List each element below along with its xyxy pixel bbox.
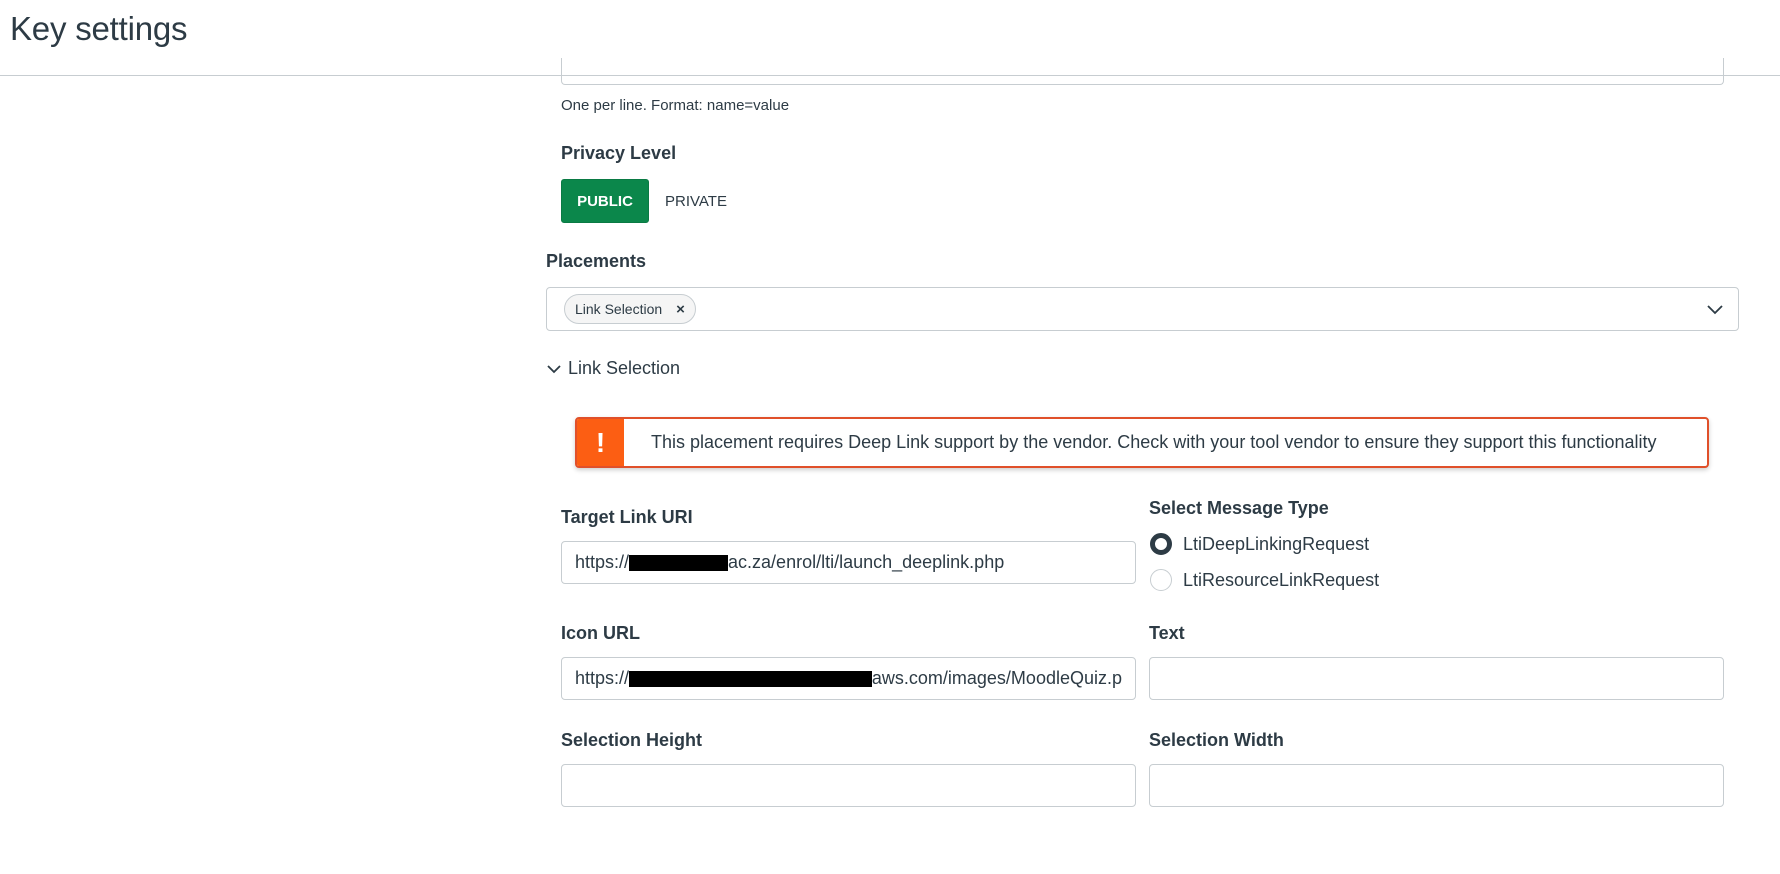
text-label: Text [1149, 623, 1185, 643]
radio-resource-link-request[interactable]: LtiResourceLinkRequest [1150, 569, 1379, 591]
redacted-block [629, 670, 872, 687]
privacy-private-button[interactable]: PRIVATE [649, 179, 743, 223]
text-input[interactable] [1149, 657, 1724, 700]
selection-height-label: Selection Height [561, 730, 703, 750]
selection-width-label: Selection Width [1149, 730, 1284, 750]
icon-url-prefix: https:// [575, 668, 630, 688]
placements-select[interactable]: Link Selection × [546, 287, 1739, 331]
chevron-down-icon [547, 364, 561, 373]
privacy-public-button[interactable]: PUBLIC [561, 179, 649, 223]
warning-icon: ! [577, 419, 624, 466]
link-selection-title: Link Selection [568, 358, 681, 378]
privacy-level-toggle: PUBLIC PRIVATE [561, 179, 743, 223]
deep-link-warning-alert: ! This placement requires Deep Link supp… [575, 417, 1709, 468]
radio-deep-linking-request[interactable]: LtiDeepLinkingRequest [1150, 533, 1369, 555]
icon-url-input[interactable]: https:// aws.com/images/MoodleQuiz.p [561, 657, 1136, 700]
radio-checked-icon[interactable] [1150, 533, 1172, 555]
selection-height-input[interactable] [561, 764, 1136, 807]
placements-label: Placements [546, 251, 647, 271]
custom-fields-hint: One per line. Format: name=value [561, 97, 790, 114]
target-link-uri-label: Target Link URI [561, 507, 693, 527]
remove-tag-icon[interactable]: × [676, 301, 685, 318]
custom-fields-textarea[interactable] [561, 58, 1724, 85]
placement-tag-link-selection: Link Selection × [564, 294, 696, 324]
placement-tag-label: Link Selection [575, 301, 663, 317]
privacy-level-label: Privacy Level [561, 143, 677, 163]
target-link-uri-input[interactable]: https:// ac.za/enrol/lti/launch_deeplink.… [561, 541, 1136, 584]
selection-width-input[interactable] [1149, 764, 1724, 807]
alert-message: This placement requires Deep Link suppor… [651, 432, 1657, 452]
icon-url-label: Icon URL [561, 623, 640, 643]
redacted-block [629, 554, 729, 571]
target-link-uri-suffix: ac.za/enrol/lti/launch_deeplink.php [728, 552, 1005, 572]
radio-unchecked-icon[interactable] [1150, 569, 1172, 591]
radio-label: LtiDeepLinkingRequest [1183, 533, 1370, 554]
chevron-down-icon[interactable] [1706, 301, 1724, 319]
link-selection-toggle[interactable]: Link Selection [546, 358, 680, 379]
page-title: Key settings [10, 10, 188, 47]
icon-url-suffix: aws.com/images/MoodleQuiz.p [871, 668, 1122, 688]
radio-label: LtiResourceLinkRequest [1183, 569, 1380, 590]
message-type-label: Select Message Type [1149, 498, 1329, 518]
target-link-uri-prefix: https:// [575, 552, 630, 572]
